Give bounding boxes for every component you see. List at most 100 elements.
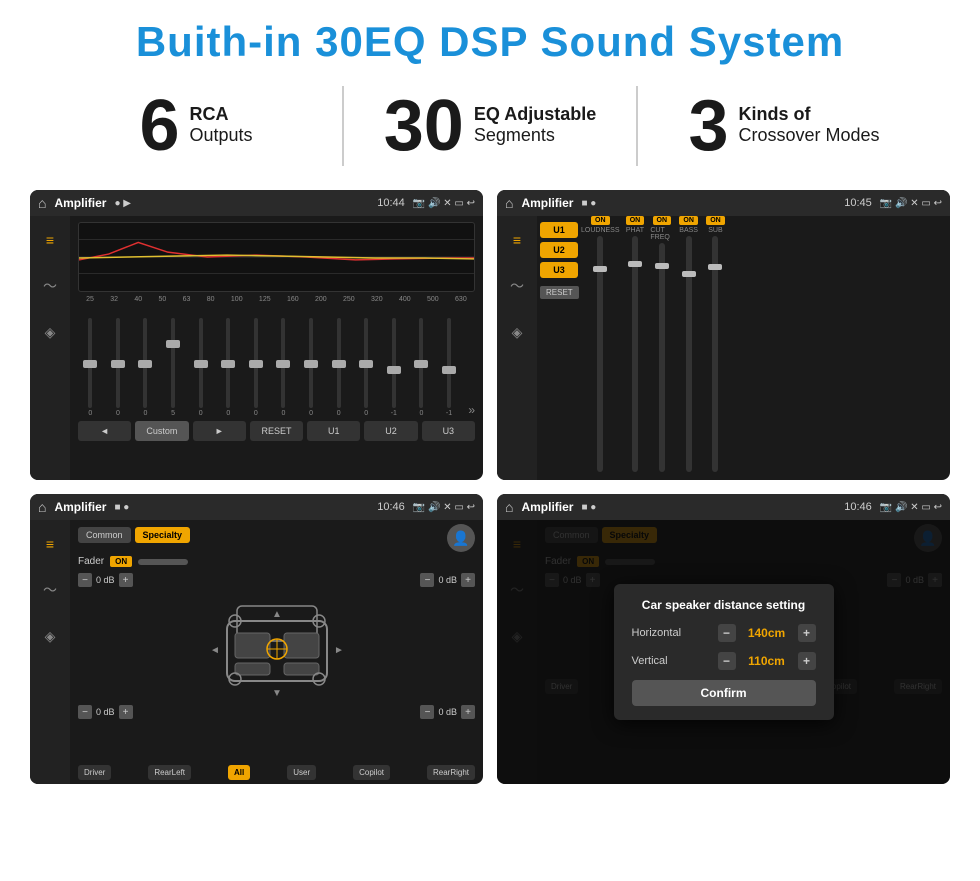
page-title: Buith-in 30EQ DSP Sound System: [0, 0, 980, 76]
bass-label: BASS: [679, 227, 698, 234]
loudness-on[interactable]: ON: [591, 216, 610, 225]
sub-on[interactable]: ON: [706, 216, 725, 225]
stat-eq: 30 EQ Adjustable Segments: [354, 90, 626, 162]
sub-slider[interactable]: [712, 236, 718, 472]
vol-plus-bl[interactable]: +: [119, 705, 133, 719]
vol-plus-tl[interactable]: +: [119, 573, 133, 587]
stat-divider-2: [636, 86, 638, 166]
vertical-label: Vertical: [632, 655, 668, 667]
stat-label-rca: RCA: [190, 104, 253, 125]
btn-rearleft[interactable]: RearLeft: [148, 765, 191, 780]
screen2-topbar: ⌂ Amplifier ■ ● 10:45 📷 🔊 ✕ ▭ ↩: [497, 190, 950, 216]
screen3-title: Amplifier: [54, 500, 106, 514]
phat-label: PHAT: [626, 227, 644, 234]
btn-driver[interactable]: Driver: [78, 765, 111, 780]
vol-minus-bl[interactable]: −: [78, 705, 92, 719]
eq-icon-3[interactable]: ≡: [36, 530, 64, 558]
bass-on[interactable]: ON: [679, 216, 698, 225]
loudness-slider[interactable]: [597, 236, 603, 472]
cutfreq-label: CUT FREQ: [650, 227, 673, 241]
tab-specialty[interactable]: Specialty: [135, 527, 191, 543]
eq-sliders: 0 0 0 5 0 0 0 0 0 0 0 -1 0 -1 »: [78, 307, 475, 417]
eq-icon-2[interactable]: ≡: [503, 226, 531, 254]
u1-btn[interactable]: U1: [307, 421, 360, 441]
fader-on-badge[interactable]: ON: [110, 556, 132, 567]
horizontal-plus[interactable]: +: [798, 624, 816, 642]
btn-user[interactable]: User: [287, 765, 316, 780]
amp-reset[interactable]: RESET: [540, 286, 579, 299]
screen4-topbar: ⌂ Amplifier ■ ● 10:46 📷 🔊 ✕ ▭ ↩: [497, 494, 950, 520]
screen2-title: Amplifier: [521, 196, 573, 210]
cutfreq-slider[interactable]: [659, 243, 665, 472]
bass-slider[interactable]: [686, 236, 692, 472]
u2-btn[interactable]: U2: [364, 421, 417, 441]
horizontal-value: 140cm: [742, 626, 792, 640]
screenshots-grid: ⌂ Amplifier ● ▶ 10:44 📷 🔊 ✕ ▭ ↩ ≡ 〜 ◈: [0, 184, 980, 794]
reset-btn[interactable]: RESET: [250, 421, 303, 441]
stat-crossover: 3 Kinds of Crossover Modes: [648, 90, 920, 162]
screen-speaker: ⌂ Amplifier ■ ● 10:46 📷 🔊 ✕ ▭ ↩ ≡ 〜 ◈ Co…: [30, 494, 483, 784]
fader-slider[interactable]: [138, 559, 188, 565]
cutfreq-on[interactable]: ON: [653, 216, 672, 225]
prev-btn[interactable]: ◄: [78, 421, 131, 441]
u3-btn[interactable]: U3: [422, 421, 475, 441]
ctrl-loudness: ON LOUDNESS: [581, 216, 620, 472]
vertical-minus[interactable]: −: [718, 652, 736, 670]
ctrl-cutfreq: ON CUT FREQ: [650, 216, 673, 472]
home-icon[interactable]: ⌂: [38, 195, 46, 211]
stat-number-rca: 6: [139, 90, 179, 162]
screen2-time: 10:45: [844, 197, 872, 209]
confirm-button[interactable]: Confirm: [632, 680, 816, 706]
stat-sublabel-crossover: Crossover Modes: [739, 125, 880, 146]
screen3-icons: 📷 🔊 ✕ ▭ ↩: [413, 502, 475, 513]
preset-u1[interactable]: U1: [540, 222, 578, 238]
phat-on[interactable]: ON: [626, 216, 645, 225]
stat-number-eq: 30: [384, 90, 464, 162]
vol-minus-tr[interactable]: −: [420, 573, 434, 587]
screen3-sidebar: ≡ 〜 ◈: [30, 520, 70, 784]
eq-labels: 2532405063 80100125160200 25032040050063…: [78, 296, 475, 303]
btn-copilot[interactable]: Copilot: [353, 765, 390, 780]
vertical-plus[interactable]: +: [798, 652, 816, 670]
stat-sublabel-eq: Segments: [474, 125, 596, 146]
screen3-topbar: ⌂ Amplifier ■ ● 10:46 📷 🔊 ✕ ▭ ↩: [30, 494, 483, 520]
spk-main: Common Specialty 👤 Fader ON −0 dB+ −0 dB…: [70, 520, 483, 784]
btn-rearright[interactable]: RearRight: [427, 765, 475, 780]
vol-minus-tl[interactable]: −: [78, 573, 92, 587]
speaker-icon-2[interactable]: ◈: [503, 318, 531, 346]
sub-label: SUB: [708, 227, 722, 234]
preset-u2[interactable]: U2: [540, 242, 578, 258]
custom-btn[interactable]: Custom: [135, 421, 188, 441]
fader-row: Fader ON: [78, 556, 475, 567]
eq-bottom-bar: ◄ Custom ► RESET U1 U2 U3: [78, 421, 475, 441]
vol-plus-tr[interactable]: +: [461, 573, 475, 587]
vertical-controls: − 110cm +: [718, 652, 816, 670]
screen2-sidebar: ≡ 〜 ◈: [497, 216, 537, 480]
eq-chevrons[interactable]: »: [464, 403, 475, 417]
screen4-title: Amplifier: [521, 500, 573, 514]
home-icon-4[interactable]: ⌂: [505, 499, 513, 515]
horizontal-minus[interactable]: −: [718, 624, 736, 642]
speaker-distance-dialog: Car speaker distance setting Horizontal …: [614, 584, 834, 720]
speaker-icon-3[interactable]: ◈: [36, 622, 64, 650]
wave-icon[interactable]: 〜: [36, 272, 64, 300]
speaker-icon[interactable]: ◈: [36, 318, 64, 346]
wave-icon-2[interactable]: 〜: [503, 272, 531, 300]
preset-u3[interactable]: U3: [540, 262, 578, 278]
eq-icon[interactable]: ≡: [36, 226, 64, 254]
home-icon-3[interactable]: ⌂: [38, 499, 46, 515]
profile-icon[interactable]: 👤: [447, 524, 475, 552]
eq-main: 2532405063 80100125160200 25032040050063…: [70, 216, 483, 480]
vol-plus-br[interactable]: +: [461, 705, 475, 719]
stat-divider-1: [342, 86, 344, 166]
btn-all[interactable]: All: [228, 765, 250, 780]
tab-common[interactable]: Common: [78, 527, 131, 543]
stats-row: 6 RCA Outputs 30 EQ Adjustable Segments …: [0, 76, 980, 184]
play-btn[interactable]: ►: [193, 421, 246, 441]
vol-minus-br[interactable]: −: [420, 705, 434, 719]
home-icon-2[interactable]: ⌂: [505, 195, 513, 211]
wave-icon-3[interactable]: 〜: [36, 576, 64, 604]
phat-slider[interactable]: [632, 236, 638, 472]
ctrl-bass: ON BASS: [677, 216, 700, 472]
screen-eq: ⌂ Amplifier ● ▶ 10:44 📷 🔊 ✕ ▭ ↩ ≡ 〜 ◈: [30, 190, 483, 480]
